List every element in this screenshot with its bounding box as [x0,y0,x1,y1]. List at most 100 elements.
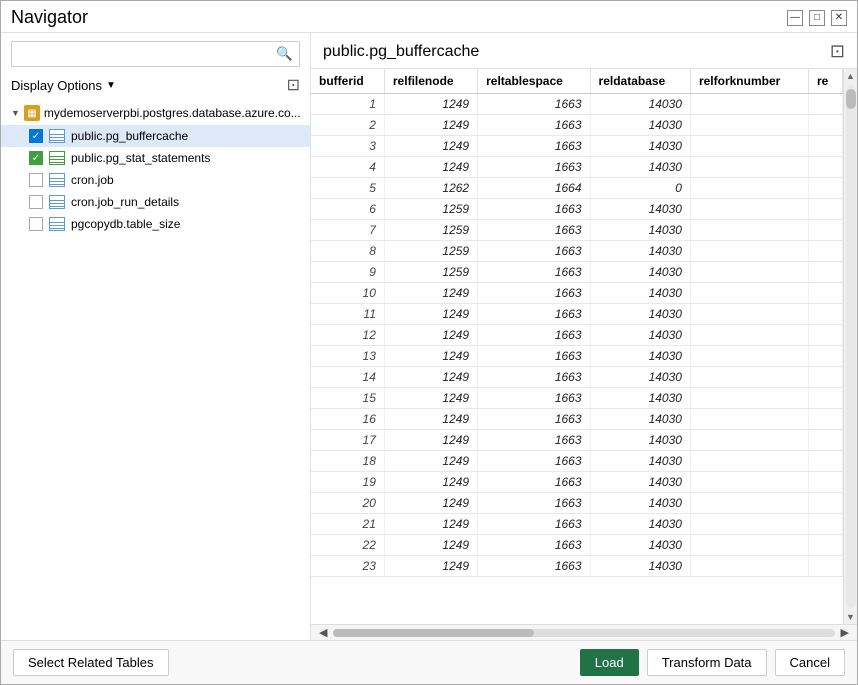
table-cell: 1259 [384,199,477,220]
maximize-button[interactable]: □ [809,10,825,26]
table-row: 191249166314030 [311,472,843,493]
table-row: 211249166314030 [311,514,843,535]
minimize-button[interactable]: — [787,10,803,26]
table-cell [690,199,808,220]
window-controls: — □ ✕ [787,10,847,26]
table-cell [690,241,808,262]
table-cell [690,493,808,514]
table-cell: 1663 [478,346,590,367]
tree-item[interactable]: pgcopydb.table_size [1,213,310,235]
table-cell: 14030 [590,409,690,430]
table-cell: 3 [311,136,384,157]
table-cell: 1259 [384,241,477,262]
table-cell [808,472,842,493]
display-options-button[interactable]: Display Options ▼ [11,78,116,93]
table-cell: 14030 [590,325,690,346]
tree-items-container: ✓public.pg_buffercache✓public.pg_stat_st… [1,125,310,235]
table-row: 181249166314030 [311,451,843,472]
table-cell: 1663 [478,451,590,472]
table-cell [690,136,808,157]
h-scroll-track[interactable] [333,629,834,637]
table-cell [808,388,842,409]
table-icon [49,173,65,187]
table-row: 101249166314030 [311,283,843,304]
scroll-down-arrow[interactable]: ▼ [844,610,857,624]
select-related-tables-button[interactable]: Select Related Tables [13,649,169,676]
tree-item[interactable]: ✓public.pg_stat_statements [1,147,310,169]
table-body: 1124916631403021249166314030312491663140… [311,94,843,577]
table-row: 201249166314030 [311,493,843,514]
transform-data-button[interactable]: Transform Data [647,649,767,676]
scroll-right-arrow[interactable]: ▶ [837,626,853,639]
table-cell [808,283,842,304]
search-input[interactable] [12,43,270,66]
table-cell [808,493,842,514]
table-cell [690,514,808,535]
table-row: 231249166314030 [311,556,843,577]
tree-area[interactable]: ▼ ▦ mydemoserverpbi.postgres.database.az… [1,101,310,640]
table-cell: 1259 [384,262,477,283]
tree-item[interactable]: cron.job_run_details [1,191,310,213]
display-options-row: Display Options ▼ ⊡ [11,75,300,95]
table-cell: 1249 [384,157,477,178]
tree-item-label: cron.job_run_details [71,195,179,209]
checkbox-icon [29,217,43,231]
table-cell: 19 [311,472,384,493]
column-header: relfilenode [384,69,477,94]
table-cell: 5 [311,178,384,199]
checkbox-icon: ✓ [29,151,43,165]
scroll-left-arrow[interactable]: ◀ [315,626,331,639]
table-cell: 1663 [478,199,590,220]
data-table-container[interactable]: bufferidrelfilenodereltablespacereldatab… [311,69,843,624]
table-cell: 18 [311,451,384,472]
server-node[interactable]: ▼ ▦ mydemoserverpbi.postgres.database.az… [1,101,310,125]
tree-item[interactable]: ✓public.pg_buffercache [1,125,310,147]
preview-export-button[interactable]: ⊡ [830,41,845,62]
table-cell: 1249 [384,430,477,451]
bottom-right-actions: Load Transform Data Cancel [580,649,845,676]
table-cell: 23 [311,556,384,577]
table-cell: 1663 [478,157,590,178]
table-cell: 1249 [384,346,477,367]
tree-item-label: public.pg_buffercache [71,129,188,143]
search-button[interactable]: 🔍 [270,42,299,66]
table-cell: 6 [311,199,384,220]
table-cell: 1663 [478,430,590,451]
table-row: 31249166314030 [311,136,843,157]
table-cell: 1663 [478,472,590,493]
table-row: 151249166314030 [311,388,843,409]
table-row: 61259166314030 [311,199,843,220]
table-cell: 1663 [478,262,590,283]
table-cell: 22 [311,535,384,556]
cancel-button[interactable]: Cancel [775,649,845,676]
table-cell [808,115,842,136]
chevron-down-icon: ▼ [106,80,116,91]
table-cell: 14030 [590,514,690,535]
table-cell: 14030 [590,493,690,514]
close-button[interactable]: ✕ [831,10,847,26]
table-row: 121249166314030 [311,325,843,346]
scroll-up-arrow[interactable]: ▲ [844,69,857,83]
table-cell [808,409,842,430]
table-cell: 0 [590,178,690,199]
table-cell [690,115,808,136]
table-cell: 14030 [590,556,690,577]
column-header: reltablespace [478,69,590,94]
table-cell: 14030 [590,304,690,325]
export-button[interactable]: ⊡ [287,75,300,95]
table-cell [808,535,842,556]
table-cell: 1663 [478,556,590,577]
load-button[interactable]: Load [580,649,639,676]
column-header: bufferid [311,69,384,94]
horizontal-scrollbar[interactable]: ◀ ▶ [311,624,857,640]
table-cell: 1249 [384,556,477,577]
scroll-track[interactable] [846,85,856,608]
table-row: 21249166314030 [311,115,843,136]
table-cell: 1249 [384,472,477,493]
vertical-scrollbar[interactable]: ▲ ▼ [843,69,857,624]
table-cell: 8 [311,241,384,262]
column-header: re [808,69,842,94]
data-table: bufferidrelfilenodereltablespacereldatab… [311,69,843,577]
column-header: relforknumber [690,69,808,94]
tree-item[interactable]: cron.job [1,169,310,191]
